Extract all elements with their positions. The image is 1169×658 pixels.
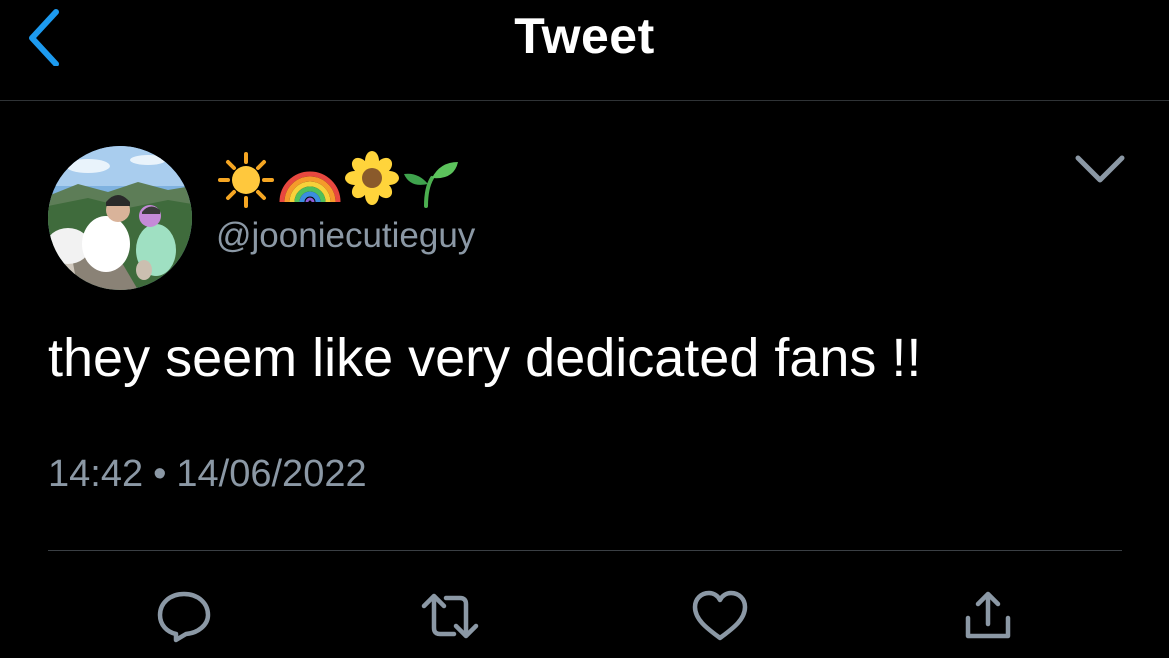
seedling-icon <box>404 162 458 208</box>
share-button[interactable] <box>958 588 1018 644</box>
avatar-photo <box>48 146 192 290</box>
more-options-button[interactable] <box>1070 146 1130 192</box>
like-button[interactable] <box>690 588 750 644</box>
top-navigation-bar: Tweet <box>0 0 1169 101</box>
meta-separator: • <box>153 453 167 495</box>
tweet-date: 14/06/2022 <box>176 453 367 495</box>
retweet-button[interactable] <box>420 588 480 644</box>
tweet-time: 14:42 <box>48 453 144 495</box>
divider <box>48 550 1122 551</box>
page-title: Tweet <box>514 8 655 64</box>
sun-icon <box>218 152 274 208</box>
avatar[interactable] <box>48 146 192 290</box>
rainbow-icon <box>279 171 341 203</box>
username[interactable]: @jooniecutieguy <box>216 214 475 258</box>
share-icon <box>965 591 1011 639</box>
sunflower-icon <box>345 151 399 205</box>
reply-button[interactable] <box>154 588 214 644</box>
chevron-down-icon <box>1075 155 1125 183</box>
tweet-timestamp: 14:42 • 14/06/2022 <box>48 450 367 498</box>
reply-icon <box>157 591 211 643</box>
like-icon <box>692 590 748 641</box>
tweet-text: they seem like very dedicated fans !! <box>48 328 922 388</box>
retweet-icon <box>421 593 479 639</box>
display-name[interactable] <box>216 148 476 210</box>
